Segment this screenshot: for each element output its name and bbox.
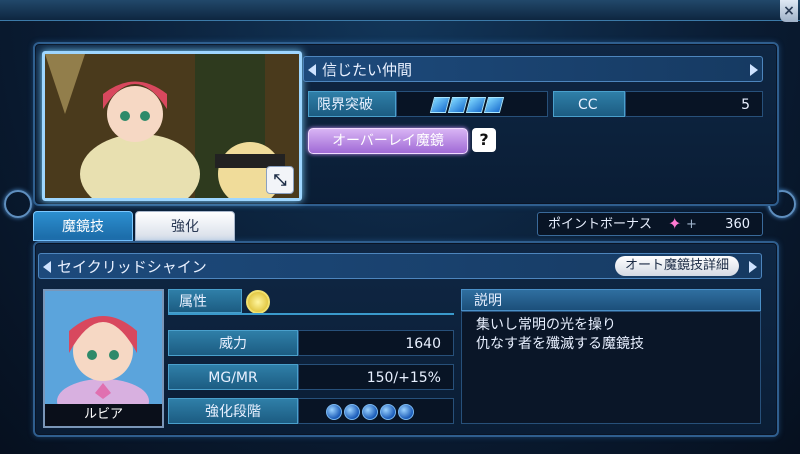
hero-portrait-art xyxy=(45,54,299,198)
enhance-stage-orbs xyxy=(298,398,454,424)
orb-icon xyxy=(398,404,414,420)
point-bonus-value: 360 xyxy=(725,217,750,232)
power-label: 威力 xyxy=(168,330,298,356)
hero-title: 信じたい仲間 xyxy=(322,61,413,79)
gem-icon xyxy=(465,97,487,113)
skill-name: セイクリッドシャイン xyxy=(57,258,207,276)
tab-enhance[interactable]: 強化 xyxy=(135,211,235,241)
left-ornament-icon xyxy=(4,190,32,218)
character-face: ルビア xyxy=(43,289,164,428)
skill-title-bar: セイクリッドシャイン オート魔鏡技詳細 xyxy=(38,253,762,279)
skill-prev-arrow-icon[interactable] xyxy=(43,261,51,273)
power-value: 1640 xyxy=(298,330,454,356)
light-element-icon xyxy=(246,290,270,314)
orb-icon xyxy=(362,404,378,420)
auto-skill-detail-button[interactable]: オート魔鏡技詳細 xyxy=(614,256,739,276)
point-bonus: ポイントボーナス ✦ + 360 xyxy=(537,212,763,236)
tab-mirror-skill[interactable]: 魔鏡技 xyxy=(33,211,133,241)
point-bonus-plus: + xyxy=(686,217,697,232)
mgmr-value: 150/+15% xyxy=(298,364,454,390)
point-bonus-label: ポイントボーナス xyxy=(548,217,653,232)
hero-portrait[interactable]: ⤡ xyxy=(42,51,302,201)
close-button[interactable]: × xyxy=(780,0,798,22)
description-line-2: 仇なす者を殲滅する魔鏡技 xyxy=(476,336,644,352)
star-icon: ✦ xyxy=(668,214,682,233)
expand-icon[interactable]: ⤡ xyxy=(266,166,294,194)
gem-icon xyxy=(483,97,505,113)
cc-label: CC xyxy=(553,91,625,117)
cc-value: 5 xyxy=(625,91,763,117)
character-face-art xyxy=(45,291,162,423)
gem-icon xyxy=(429,97,451,113)
help-icon[interactable]: ? xyxy=(472,128,496,152)
overlay-mirror-button[interactable]: オーバーレイ魔鏡 xyxy=(308,128,468,154)
orb-icon xyxy=(326,404,342,420)
mgmr-label: MG/MR xyxy=(168,364,298,390)
orb-icon xyxy=(344,404,360,420)
attribute-divider xyxy=(168,313,454,315)
character-name: ルビア xyxy=(45,404,162,426)
orb-icon xyxy=(380,404,396,420)
limit-break-label: 限界突破 xyxy=(308,91,396,117)
description-label: 説明 xyxy=(461,289,761,311)
description-line-1: 集いし常明の光を操り xyxy=(476,317,616,333)
top-frame xyxy=(0,0,800,21)
skill-next-arrow-icon[interactable] xyxy=(749,261,757,273)
description-text: 集いし常明の光を操り 仇なす者を殲滅する魔鏡技 xyxy=(461,311,761,424)
hero-title-bar: 信じたい仲間 xyxy=(303,56,763,82)
attribute-label: 属性 xyxy=(168,289,242,313)
prev-arrow-icon[interactable] xyxy=(308,64,316,76)
gem-icon xyxy=(447,97,469,113)
enhance-stage-label: 強化段階 xyxy=(168,398,298,424)
next-arrow-icon[interactable] xyxy=(750,64,758,76)
limit-break-gems xyxy=(396,91,548,117)
